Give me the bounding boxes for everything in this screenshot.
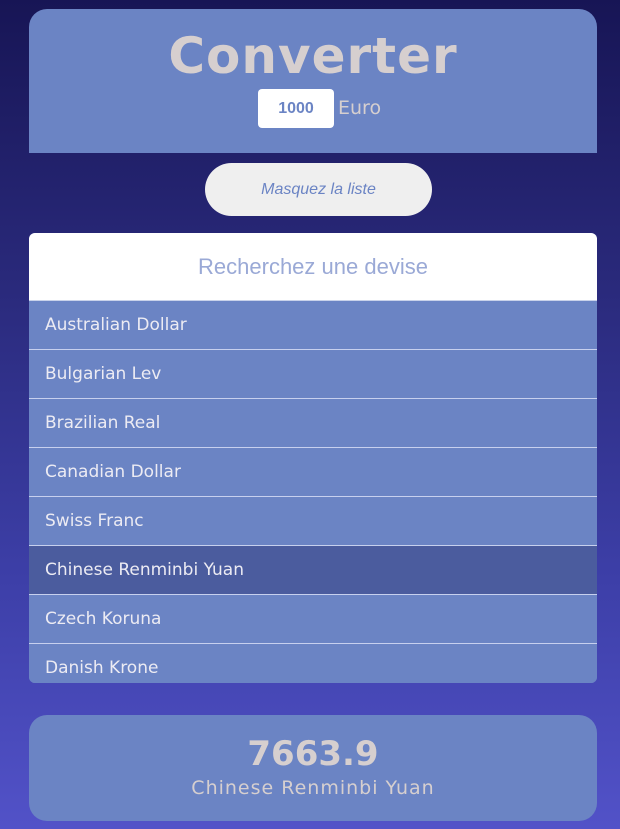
- currency-item-australian-dollar[interactable]: Australian Dollar: [29, 301, 597, 350]
- converter-header: Converter Euro: [29, 9, 597, 153]
- currency-item-danish-krone[interactable]: Danish Krone: [29, 644, 597, 683]
- currency-list-panel: Australian Dollar Bulgarian Lev Brazilia…: [29, 233, 597, 683]
- currency-search-input[interactable]: [29, 233, 597, 301]
- toggle-list-button[interactable]: Masquez la liste: [205, 163, 432, 216]
- currency-list: Australian Dollar Bulgarian Lev Brazilia…: [29, 301, 597, 683]
- base-currency-label: Euro: [338, 97, 382, 119]
- result-currency-label: Chinese Renminbi Yuan: [191, 777, 435, 799]
- result-card: 7663.9 Chinese Renminbi Yuan: [29, 715, 597, 821]
- currency-item-chinese-renminbi-yuan[interactable]: Chinese Renminbi Yuan: [29, 546, 597, 595]
- result-value: 7663.9: [247, 734, 379, 774]
- currency-item-canadian-dollar[interactable]: Canadian Dollar: [29, 448, 597, 497]
- currency-item-czech-koruna[interactable]: Czech Koruna: [29, 595, 597, 644]
- amount-input[interactable]: [258, 89, 334, 128]
- currency-item-brazilian-real[interactable]: Brazilian Real: [29, 399, 597, 448]
- currency-item-swiss-franc[interactable]: Swiss Franc: [29, 497, 597, 546]
- currency-item-bulgarian-lev[interactable]: Bulgarian Lev: [29, 350, 597, 399]
- app-title: Converter: [168, 27, 458, 85]
